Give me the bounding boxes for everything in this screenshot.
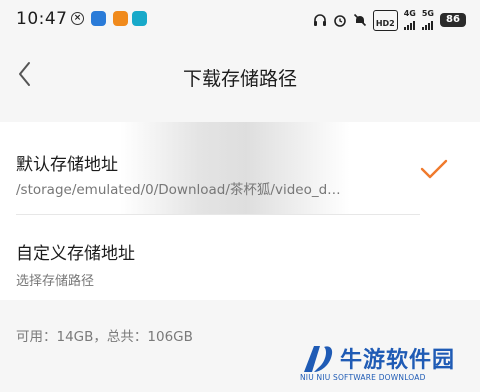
option-path: /storage/emulated/0/Download/茶杯狐/video_d… [16, 182, 341, 198]
status-time: 10:47 [16, 9, 68, 29]
option-hint: 选择存储路径 [16, 274, 95, 289]
brand-logo-icon [304, 346, 333, 372]
checkmark-icon [420, 159, 448, 179]
headphones-icon [313, 14, 326, 26]
option-custom-storage[interactable]: 自定义存储地址 选择存储路径 [0, 215, 480, 300]
net2-label: 5G [421, 9, 434, 18]
status-right-icons: HD2 4G 5G 86 [313, 9, 466, 31]
hd-icon: HD2 [372, 9, 398, 31]
option-title: 自定义存储地址 [16, 244, 135, 264]
status-bar: 10:47 × HD2 4G 5G 86 [0, 0, 480, 40]
watermark-logo: 牛游软件园 NIU NIU SOFTWARE DOWNLOAD [292, 340, 472, 388]
page-title: 下载存储路径 [182, 68, 297, 90]
storage-capacity-text: 可用：14GB，总共：106GB [16, 329, 193, 345]
mute-icon [353, 13, 366, 27]
storage-options-list: 默认存储地址 /storage/emulated/0/Download/茶杯狐/… [0, 122, 480, 300]
page-header: 下载存储路径 [0, 40, 480, 110]
watermark-tagline: NIU NIU SOFTWARE DOWNLOAD [300, 373, 426, 382]
alarm-icon [334, 15, 346, 27]
hd-label: HD2 [375, 18, 395, 28]
option-default-storage[interactable]: 默认存储地址 /storage/emulated/0/Download/茶杯狐/… [0, 122, 480, 214]
battery-icon: 86 [440, 13, 466, 27]
option-title: 默认存储地址 [16, 155, 118, 175]
watermark-brand: 牛游软件园 [340, 348, 456, 373]
app-notification-icon [91, 11, 106, 26]
circle-x-icon: × [71, 12, 84, 25]
app-notification-icon [113, 11, 128, 26]
signal-5g-icon: 5G [421, 9, 434, 30]
signal-4g-icon: 4G [403, 9, 416, 30]
app-notification-icon [132, 11, 147, 26]
net1-label: 4G [403, 9, 416, 18]
